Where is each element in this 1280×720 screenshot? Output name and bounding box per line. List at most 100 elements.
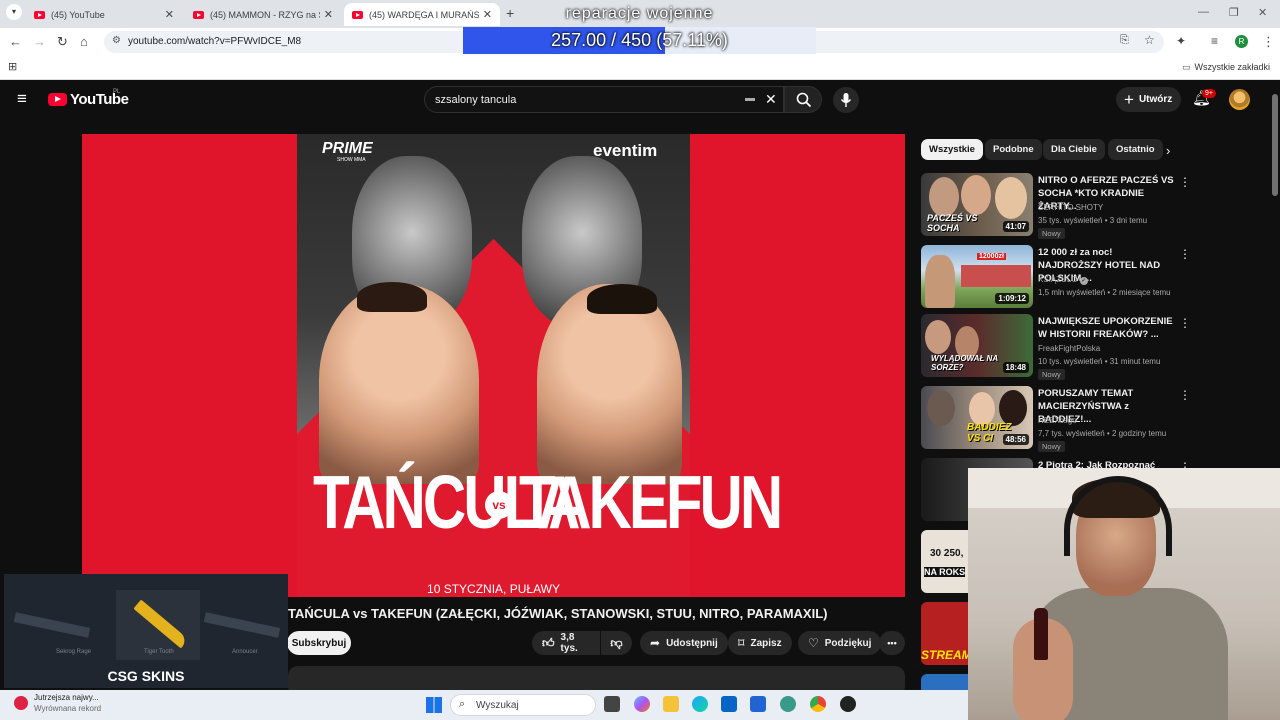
duration-badge: 1:09:12: [995, 293, 1029, 304]
verified-icon: ✓: [1079, 277, 1088, 285]
copilot-icon[interactable]: [634, 696, 650, 712]
back-icon[interactable]: ←: [9, 34, 22, 49]
task-view-icon[interactable]: [604, 696, 620, 712]
more-options-icon[interactable]: ⋮: [1179, 388, 1191, 402]
windows-start-icon[interactable]: [426, 697, 442, 713]
video-thumbnail[interactable]: [921, 674, 968, 690]
forward-icon[interactable]: →: [33, 34, 46, 49]
taskbar-search[interactable]: ⌕ Wyszukaj: [450, 694, 596, 716]
chip-related[interactable]: Podobne: [985, 139, 1042, 160]
chrome-menu-icon[interactable]: ⋮: [1262, 34, 1275, 50]
keyboard-icon[interactable]: ▬: [745, 93, 755, 104]
file-explorer-icon[interactable]: [663, 696, 679, 712]
search-value[interactable]: szsalony tancula: [435, 94, 516, 106]
app-icon[interactable]: [780, 696, 796, 712]
video-player[interactable]: PRIME SHOW MMA eventim TAŃCULA vs TAKEFU…: [82, 134, 905, 597]
video-meta: 1,5 mln wyświetleń • 2 miesiące temu: [1038, 288, 1171, 297]
bookmark-star-icon[interactable]: ☆: [1144, 33, 1155, 47]
new-badge: Nowy: [1038, 369, 1065, 380]
install-app-icon[interactable]: ⎘: [1120, 34, 1129, 47]
chrome-icon[interactable]: [810, 696, 826, 712]
thumb-person: [925, 255, 955, 308]
thumbs-down-icon: 👎︎: [610, 635, 623, 650]
tab-close-icon[interactable]: ✕: [165, 8, 174, 21]
video-thumbnail[interactable]: BADDIEZ VS CI 48:56: [921, 386, 1033, 449]
home-icon[interactable]: ⌂: [80, 34, 88, 49]
thumb-person: [969, 392, 995, 426]
video-thumbnail[interactable]: PACZEŚ VS SOCHA 41:07: [921, 173, 1033, 236]
video-meta: 35 tys. wyświetleń • 3 dni temu: [1038, 216, 1148, 225]
browser-tab[interactable]: (45) YouTube ✕: [26, 3, 182, 26]
weapon-skin-label: Tiger Tooth: [144, 649, 174, 655]
video-thumbnail[interactable]: 30 250, NA ROKS: [921, 530, 968, 593]
thumbs-up-icon: 👍︎: [542, 635, 555, 650]
app-icon[interactable]: [840, 696, 856, 712]
page-scrollbar[interactable]: [1272, 94, 1278, 196]
extensions-icon[interactable]: ✦: [1176, 34, 1186, 48]
video-thumbnail[interactable]: 12000zł 1:09:12: [921, 245, 1033, 308]
share-label: Udostępnij: [666, 637, 718, 649]
subscribe-button[interactable]: Subskrybuj: [287, 631, 351, 655]
store-icon[interactable]: [750, 696, 766, 712]
channel-name[interactable]: NEEXcsgo: [1038, 416, 1077, 425]
thumb-caption: STREAM: [921, 648, 968, 662]
list-item[interactable]: 12000zł 1:09:12 12 000 zł za noc! NAJDRO…: [921, 245, 1191, 309]
share-button[interactable]: ➦ Udostępnij: [640, 631, 728, 655]
browser-tab[interactable]: (45) MAMMON - RZYG na STR ✕: [185, 3, 341, 26]
search-input[interactable]: szsalony tancula ▬ ✕: [424, 86, 784, 113]
channel-name[interactable]: KSIĄŻULO ✓: [1038, 275, 1088, 285]
youtube-logo-icon[interactable]: [48, 93, 67, 106]
edge-icon[interactable]: [692, 696, 708, 712]
tab-close-icon[interactable]: ✕: [324, 8, 333, 21]
chevron-right-icon[interactable]: ›: [1166, 143, 1170, 158]
outlook-icon[interactable]: [721, 696, 737, 712]
save-button[interactable]: ⌑ Zapisz: [728, 631, 792, 655]
knife-icon: [133, 599, 189, 649]
channel-name[interactable]: SERHITO SHOTY: [1038, 203, 1103, 212]
voice-search-button[interactable]: [833, 87, 859, 113]
duration-badge: 41:07: [1002, 221, 1029, 232]
chip-all[interactable]: Wszystkie: [921, 139, 983, 160]
event-date: 10 STYCZNIA, PUŁAWY: [427, 582, 560, 596]
more-actions-button[interactable]: •••: [879, 631, 905, 655]
chip-recent[interactable]: Ostatnio: [1108, 139, 1163, 160]
url-text[interactable]: youtube.com/watch?v=PFWvIDCE_M8: [128, 36, 301, 47]
list-item[interactable]: BADDIEZ VS CI 48:56 PORUSZAMY TEMAT MACI…: [921, 386, 1191, 452]
youtube-favicon-icon: [352, 10, 363, 19]
fighter-2-hair: [587, 284, 657, 314]
channel-label: KSIĄŻULO: [1038, 275, 1078, 284]
weather-widget-sub[interactable]: Wyrównana rekord: [34, 704, 101, 713]
media-queue-icon[interactable]: ≡: [1211, 34, 1218, 48]
user-avatar[interactable]: [1229, 89, 1250, 110]
minimize-icon[interactable]: —: [1198, 6, 1209, 18]
list-item[interactable]: PACZEŚ VS SOCHA 41:07 NITRO O AFERZE PAC…: [921, 173, 1191, 239]
clear-search-icon[interactable]: ✕: [765, 91, 777, 108]
search-button[interactable]: [784, 86, 822, 113]
profile-avatar[interactable]: R: [1235, 35, 1248, 48]
list-item[interactable]: WYLĄDOWAŁ NA SORZE? 18:48 NAJWIĘKSZE UPO…: [921, 314, 1191, 380]
notifications-badge: 9+: [1202, 89, 1216, 98]
video-thumbnail[interactable]: WYLĄDOWAŁ NA SORZE? 18:48: [921, 314, 1033, 377]
channel-name[interactable]: FreakFightPolska: [1038, 344, 1100, 353]
weather-icon: [14, 696, 28, 710]
tab-search-menu-icon[interactable]: ▾: [6, 4, 22, 20]
more-options-icon[interactable]: ⋮: [1179, 316, 1191, 330]
apps-grid-icon[interactable]: ⊞: [8, 60, 17, 73]
create-button[interactable]: + Utwórz: [1116, 87, 1181, 112]
like-button[interactable]: 👍︎ 3,8 tys.: [532, 631, 600, 655]
dislike-button[interactable]: 👎︎: [601, 631, 632, 655]
more-options-icon[interactable]: ⋮: [1179, 175, 1191, 189]
all-bookmarks-link[interactable]: ▭ Wszystkie zakładki: [1182, 62, 1270, 73]
maximize-icon[interactable]: ❐: [1229, 6, 1239, 19]
chip-for-you[interactable]: Dla Ciebie: [1043, 139, 1105, 160]
close-window-icon[interactable]: ✕: [1258, 6, 1267, 19]
thanks-button[interactable]: ♡ Podziękuj: [798, 631, 882, 655]
hamburger-menu-icon[interactable]: ≡: [17, 89, 27, 109]
reload-icon[interactable]: ↻: [57, 34, 68, 50]
site-info-icon[interactable]: ⚙: [112, 35, 121, 46]
more-options-icon[interactable]: ⋮: [1179, 247, 1191, 261]
video-thumbnail[interactable]: STREAM: [921, 602, 968, 665]
new-badge: Nowy: [1038, 441, 1065, 452]
video-title[interactable]: NAJWIĘKSZE UPOKORZENIE W HISTORII FREAKÓ…: [1038, 315, 1175, 341]
weather-widget-title[interactable]: Jutrzejsza najwy...: [34, 693, 99, 702]
